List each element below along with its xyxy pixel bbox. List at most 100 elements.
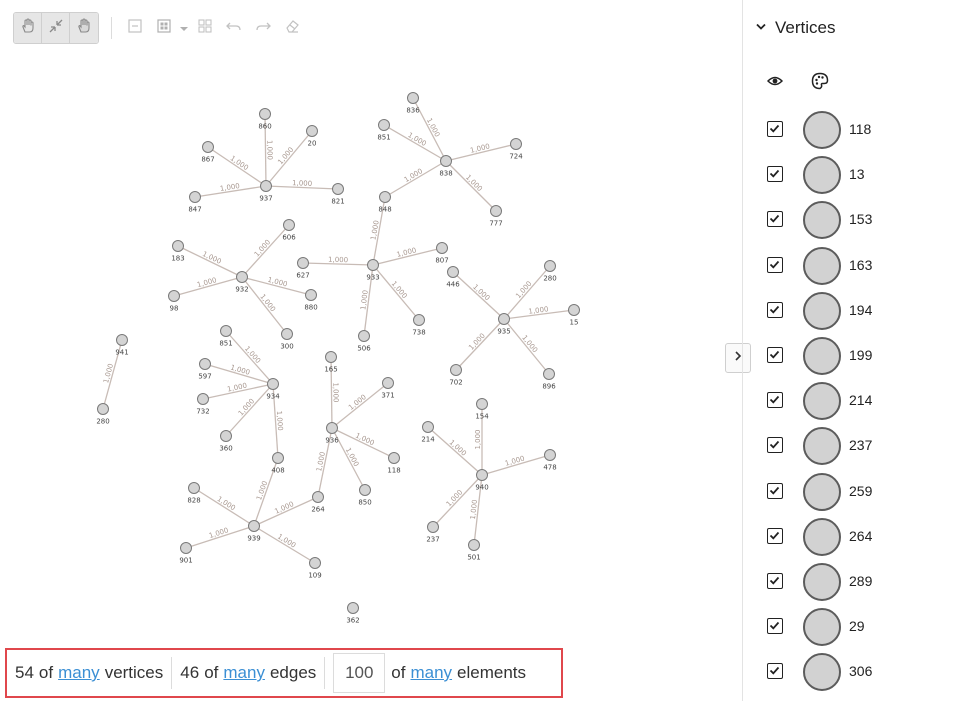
graph-node[interactable]: 732 xyxy=(196,393,210,416)
graph-node[interactable]: 237 xyxy=(426,521,440,544)
graph-node[interactable]: 860 xyxy=(258,108,272,131)
graph-node[interactable]: 821 xyxy=(331,183,345,206)
graph-node[interactable]: 627 xyxy=(296,257,310,280)
graph-node[interactable]: 847 xyxy=(188,191,202,214)
vertex-visibility-checkbox[interactable] xyxy=(767,572,783,589)
graph-node[interactable]: 850 xyxy=(358,484,372,507)
vertex-visibility-checkbox[interactable] xyxy=(767,618,783,635)
graph-node[interactable]: 738 xyxy=(412,314,426,337)
grid-layout-button[interactable] xyxy=(150,13,178,43)
graph-edge[interactable]: 1,000 xyxy=(503,318,550,375)
graph-canvas[interactable]: 1,000 1,000 1,000 1,000 1,000 1,000 1,000 1,000… xyxy=(0,50,740,640)
graph-edge[interactable]: 1,000 xyxy=(253,525,316,564)
elements-many-link[interactable]: many xyxy=(410,663,452,683)
vertex-visibility-checkbox[interactable] xyxy=(767,527,783,544)
graph-edge[interactable]: 1,000 xyxy=(481,454,551,476)
graph-edge[interactable]: 1,000 xyxy=(452,271,505,320)
graph-node[interactable]: 165 xyxy=(324,351,338,374)
graph-node[interactable]: 777 xyxy=(489,205,503,228)
vertex-color-swatch[interactable] xyxy=(803,608,841,647)
graph-node[interactable]: 724 xyxy=(509,138,523,161)
graph-node[interactable]: 362 xyxy=(346,602,360,625)
graph-node[interactable]: 501 xyxy=(467,539,481,562)
graph-node[interactable]: 506 xyxy=(357,330,371,353)
vertex-color-swatch[interactable] xyxy=(803,427,841,466)
vertex-visibility-checkbox[interactable] xyxy=(767,346,783,363)
collapse-button[interactable] xyxy=(42,13,70,43)
element-limit-input[interactable] xyxy=(333,653,386,693)
graph-node[interactable]: 937 xyxy=(259,180,273,203)
graph-node[interactable]: 702 xyxy=(449,364,463,387)
graph-node[interactable]: 828 xyxy=(187,482,201,505)
apps-button[interactable] xyxy=(191,13,219,43)
redo-button[interactable] xyxy=(249,13,277,43)
edges-many-link[interactable]: many xyxy=(223,663,265,683)
graph-node[interactable]: 214 xyxy=(421,421,435,444)
graph-node[interactable]: 280 xyxy=(96,403,110,426)
graph-edge[interactable]: 1,000 xyxy=(265,179,339,190)
graph-node[interactable]: 936 xyxy=(325,422,339,445)
graph-edge[interactable]: 1,000 xyxy=(445,142,517,162)
graph-node[interactable]: 939 xyxy=(247,520,261,543)
graph-node[interactable]: 109 xyxy=(308,557,322,580)
graph-node[interactable]: 836 xyxy=(406,92,420,115)
graph-node[interactable]: 183 xyxy=(171,240,185,263)
vertex-color-swatch[interactable] xyxy=(803,336,841,375)
graph-edge[interactable]: 1,000 xyxy=(207,146,267,187)
graph-node[interactable]: 478 xyxy=(543,449,557,472)
graph-edge[interactable]: 1,000 xyxy=(185,525,255,549)
graph-edge[interactable]: 1,000 xyxy=(302,256,374,266)
vertex-visibility-checkbox[interactable] xyxy=(767,166,783,183)
pan-hand-button[interactable] xyxy=(14,13,42,43)
graph-node[interactable]: 300 xyxy=(280,328,294,351)
graph-svg[interactable]: 1,000 1,000 1,000 1,000 1,000 1,000 1,000 1,000… xyxy=(0,50,740,640)
graph-edge[interactable]: 1,000 xyxy=(173,276,243,297)
minus-box-button[interactable] xyxy=(121,13,149,43)
graph-node[interactable]: 597 xyxy=(198,358,212,381)
vertex-color-swatch[interactable] xyxy=(803,111,841,149)
vertex-color-swatch[interactable] xyxy=(803,246,841,285)
vertex-visibility-checkbox[interactable] xyxy=(767,211,783,228)
graph-node[interactable]: 807 xyxy=(435,242,449,265)
graph-edge[interactable]: 1,000 xyxy=(177,245,243,278)
eraser-button[interactable] xyxy=(278,13,306,43)
palette-icon[interactable] xyxy=(811,72,829,95)
graph-node[interactable]: 848 xyxy=(378,191,392,214)
graph-node[interactable]: 264 xyxy=(311,491,325,514)
vertex-visibility-checkbox[interactable] xyxy=(767,256,783,273)
vertex-visibility-checkbox[interactable] xyxy=(767,301,783,318)
graph-edge[interactable]: 1,000 xyxy=(194,182,267,198)
select-hand-button[interactable] xyxy=(70,13,98,43)
graph-node[interactable]: 15 xyxy=(568,304,580,327)
vertex-visibility-checkbox[interactable] xyxy=(767,482,783,499)
graph-node[interactable]: 154 xyxy=(475,398,489,421)
graph-node[interactable]: 98 xyxy=(168,290,180,313)
graph-edge[interactable]: 1,000 xyxy=(372,264,420,321)
graph-node[interactable]: 896 xyxy=(542,368,556,391)
graph-node[interactable]: 371 xyxy=(381,377,395,400)
graph-node[interactable]: 851 xyxy=(377,119,391,142)
vertex-color-swatch[interactable] xyxy=(803,291,841,330)
vertex-color-swatch[interactable] xyxy=(803,653,841,692)
graph-edge[interactable]: 1,000 xyxy=(204,363,274,385)
graph-edge[interactable]: 1,000 xyxy=(384,160,447,198)
graph-node[interactable]: 867 xyxy=(201,141,215,164)
vertex-color-swatch[interactable] xyxy=(803,201,841,240)
vertex-color-swatch[interactable] xyxy=(803,156,841,195)
vertex-color-swatch[interactable] xyxy=(803,517,841,556)
graph-edge[interactable]: 1,000 xyxy=(225,330,274,385)
vertex-color-swatch[interactable] xyxy=(803,382,841,421)
eye-icon[interactable] xyxy=(766,74,784,93)
graph-node[interactable]: 118 xyxy=(387,452,401,475)
graph-edge[interactable]: 1,000 xyxy=(331,427,395,459)
undo-button[interactable] xyxy=(220,13,248,43)
graph-node[interactable]: 360 xyxy=(219,430,233,453)
vertices-many-link[interactable]: many xyxy=(58,663,100,683)
graph-node[interactable]: 880 xyxy=(304,289,318,312)
graph-edge[interactable]: 1,000 xyxy=(253,496,319,527)
layout-dropdown-button[interactable] xyxy=(178,13,190,43)
graph-edge[interactable]: 1,000 xyxy=(372,246,443,266)
vertices-header[interactable]: Vertices xyxy=(755,18,835,38)
vertex-color-swatch[interactable] xyxy=(803,562,841,601)
graph-node[interactable]: 901 xyxy=(179,542,193,565)
